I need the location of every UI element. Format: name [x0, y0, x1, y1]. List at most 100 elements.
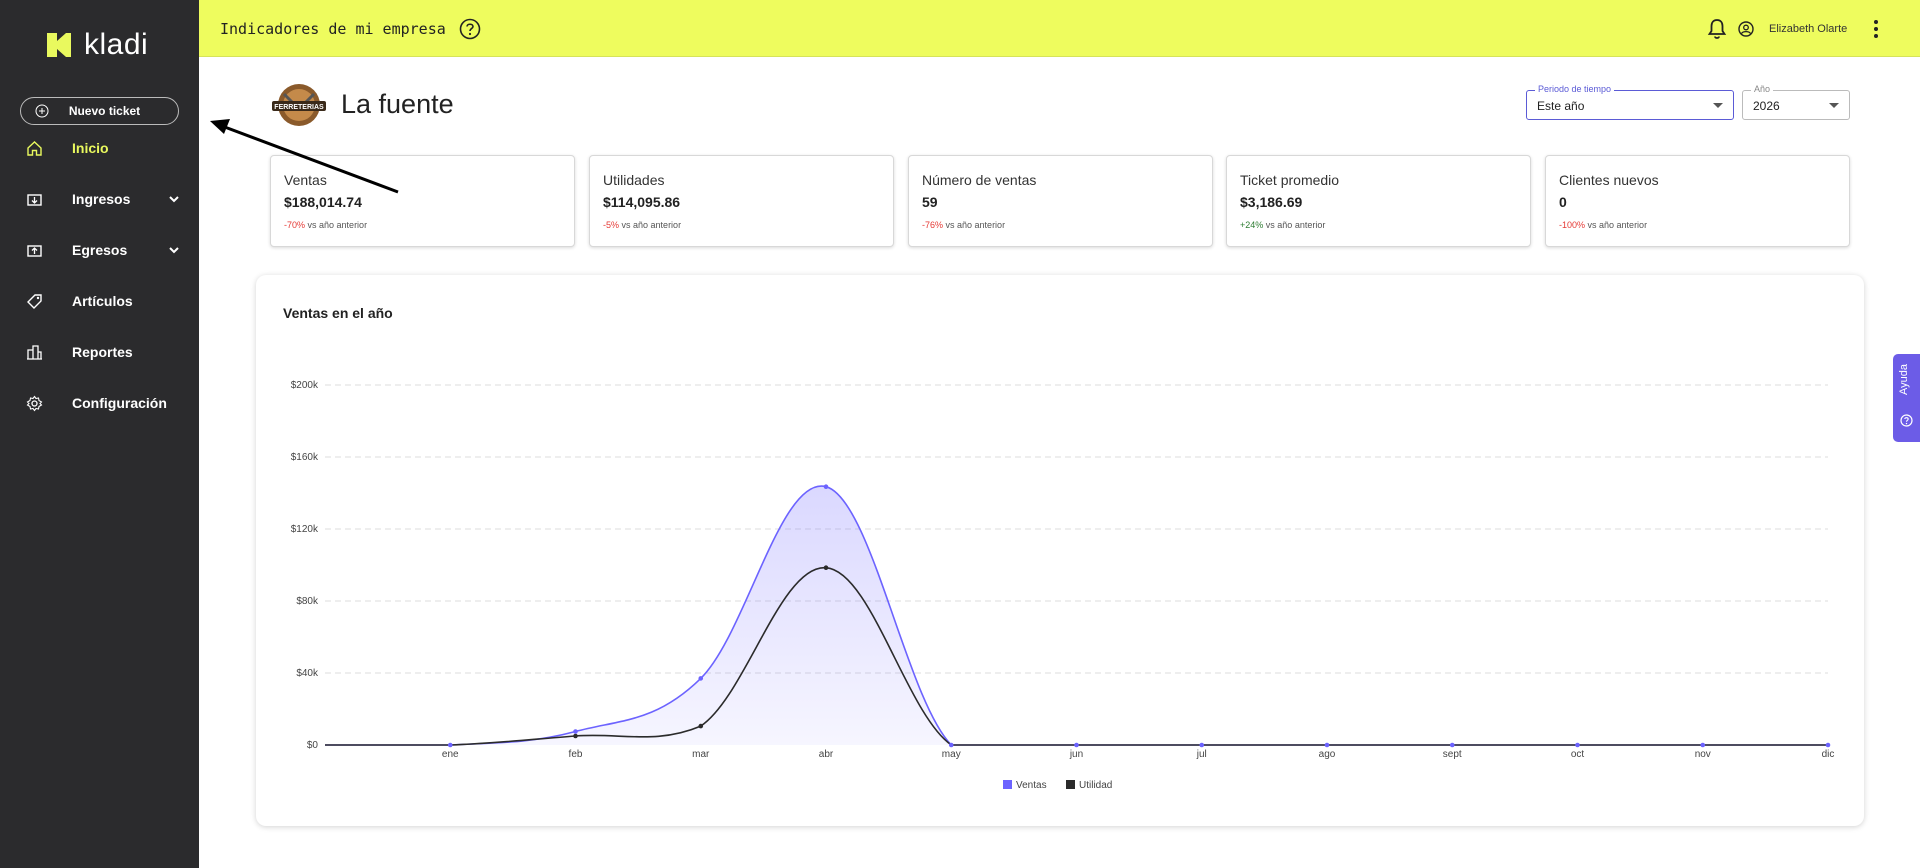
kpi-card: Número de ventas 59 -76% vs año anterior	[908, 155, 1213, 247]
sidebar-item-egresos[interactable]: Egresos	[0, 230, 199, 270]
kpi-delta: +24% vs año anterior	[1240, 220, 1325, 230]
y-tick-label: $80k	[296, 596, 319, 607]
sidebar-item-inicio[interactable]: Inicio	[0, 128, 199, 168]
sidebar-item-articulos[interactable]: Artículos	[0, 281, 199, 321]
period-select-label: Periodo de tiempo	[1535, 84, 1615, 94]
kpi-card: Utilidades $114,095.86 -5% vs año anterior	[589, 155, 894, 247]
chevron-down-icon	[169, 196, 179, 203]
help-tab[interactable]: Ayuda	[1893, 354, 1920, 442]
sales-chart-card: Ventas en el año $0 $40k $80k $120k $160k $20…	[256, 275, 1864, 826]
sidebar-item-label: Reportes	[72, 344, 133, 360]
company-name: La fuente	[341, 89, 454, 119]
y-tick-label: $160k	[291, 452, 319, 463]
period-select[interactable]: Periodo de tiempo Este año	[1526, 84, 1734, 120]
legend-label: Utilidad	[1079, 780, 1112, 791]
data-point-ventas	[1825, 742, 1831, 748]
kpi-value: $3,186.69	[1240, 194, 1303, 210]
kpi-delta-suffix: vs año anterior	[945, 220, 1006, 230]
kpi-value: $114,095.86	[603, 194, 681, 210]
kpi-delta: -5% vs año anterior	[603, 220, 681, 230]
x-tick-label: jul	[1196, 749, 1207, 760]
sidebar-item-configuracion[interactable]: Configuración	[0, 383, 199, 423]
data-point-ventas	[948, 742, 954, 748]
kpi-title: Ventas	[284, 172, 327, 188]
legend-label: Ventas	[1016, 780, 1047, 791]
x-tick-label: may	[942, 749, 961, 760]
caret-down-icon	[1713, 103, 1723, 108]
data-point-ventas	[698, 676, 704, 681]
kpi-delta-suffix: vs año anterior	[1587, 220, 1648, 230]
kpi-delta: -100% vs año anterior	[1559, 220, 1647, 230]
data-point-utilidad	[823, 565, 829, 570]
data-point-ventas	[573, 729, 578, 734]
sidebar: kladi Nuevo ticket Inicio Ingresos Egres…	[0, 0, 199, 868]
legend-swatch	[1003, 780, 1012, 789]
kpi-card: Clientes nuevos 0 -100% vs año anterior	[1545, 155, 1850, 247]
x-tick-label: ago	[1319, 749, 1336, 760]
data-point-ventas	[1700, 742, 1706, 748]
caret-down-icon	[1829, 103, 1839, 108]
help-icon	[1900, 414, 1913, 427]
sidebar-item-reportes[interactable]: Reportes	[0, 332, 199, 372]
company-logo-text: FERRETERIAS	[274, 104, 324, 111]
home-icon	[27, 141, 42, 156]
kpi-value: $188,014.74	[284, 194, 362, 210]
bell-icon[interactable]	[1707, 18, 1727, 40]
x-tick-label: ene	[442, 749, 459, 760]
x-tick-label: feb	[569, 749, 583, 760]
sidebar-item-label: Configuración	[72, 395, 167, 411]
kpi-title: Ticket promedio	[1240, 172, 1340, 188]
data-point-ventas	[447, 742, 453, 748]
kpi-value: 0	[1559, 194, 1567, 210]
series-line-ventas	[325, 485, 1828, 746]
help-icon[interactable]	[459, 18, 481, 40]
chevron-down-icon	[169, 247, 179, 254]
app-logo[interactable]: kladi	[44, 30, 148, 60]
x-tick-label: oct	[1571, 749, 1585, 760]
kpi-card: Ventas $188,014.74 -70% vs año anterior	[270, 155, 575, 247]
series-line-utilidad	[325, 566, 1828, 746]
new-ticket-button[interactable]: Nuevo ticket	[20, 97, 179, 125]
kpi-value: 59	[922, 194, 938, 210]
user-name[interactable]: Elizabeth Olarte	[1769, 23, 1847, 35]
page-title: Indicadores de mi empresa	[220, 20, 446, 38]
gear-icon	[26, 395, 43, 412]
x-tick-label: sept	[1443, 749, 1462, 760]
year-select[interactable]: Año 2026	[1742, 84, 1850, 120]
x-tick-label: jun	[1069, 749, 1083, 760]
top-bar: Indicadores de mi empresa Elizabeth Olar…	[199, 0, 1920, 57]
y-tick-label: $40k	[296, 668, 319, 679]
income-icon	[27, 194, 42, 206]
kpi-delta-suffix: vs año anterior	[621, 220, 682, 230]
data-point-ventas	[1074, 742, 1079, 748]
kpi-delta-percent: -5%	[603, 220, 620, 230]
kpi-delta-percent: +24%	[1240, 220, 1264, 230]
more-vert-icon[interactable]	[1873, 19, 1879, 39]
data-point-ventas	[823, 484, 829, 489]
x-tick-label: abr	[819, 749, 834, 760]
x-tick-label: mar	[692, 749, 710, 760]
kpi-delta: -76% vs año anterior	[922, 220, 1005, 230]
kladi-logo-icon	[47, 33, 71, 57]
data-point-ventas	[1199, 742, 1205, 748]
data-point-ventas	[1575, 742, 1580, 748]
kpi-delta-suffix: vs año anterior	[1265, 220, 1326, 230]
kpi-title: Número de ventas	[922, 172, 1037, 188]
sidebar-item-ingresos[interactable]: Ingresos	[0, 179, 199, 219]
year-select-label: Año	[1751, 84, 1774, 94]
plus-circle-icon	[35, 104, 49, 118]
data-point-ventas	[1324, 742, 1330, 748]
kpi-title: Utilidades	[603, 172, 665, 188]
x-tick-label: nov	[1695, 749, 1711, 760]
year-select-value: 2026	[1753, 99, 1780, 113]
data-point-ventas	[1449, 742, 1455, 748]
y-tick-label: $200k	[291, 380, 319, 391]
data-point-utilidad	[573, 733, 578, 739]
sidebar-item-label: Egresos	[72, 242, 128, 258]
user-circle-icon[interactable]	[1738, 21, 1754, 37]
sidebar-item-label: Ingresos	[72, 191, 131, 207]
logo-text: kladi	[84, 28, 149, 61]
kpi-title: Clientes nuevos	[1559, 172, 1659, 188]
tag-icon	[27, 294, 42, 309]
data-point-utilidad	[698, 723, 704, 729]
